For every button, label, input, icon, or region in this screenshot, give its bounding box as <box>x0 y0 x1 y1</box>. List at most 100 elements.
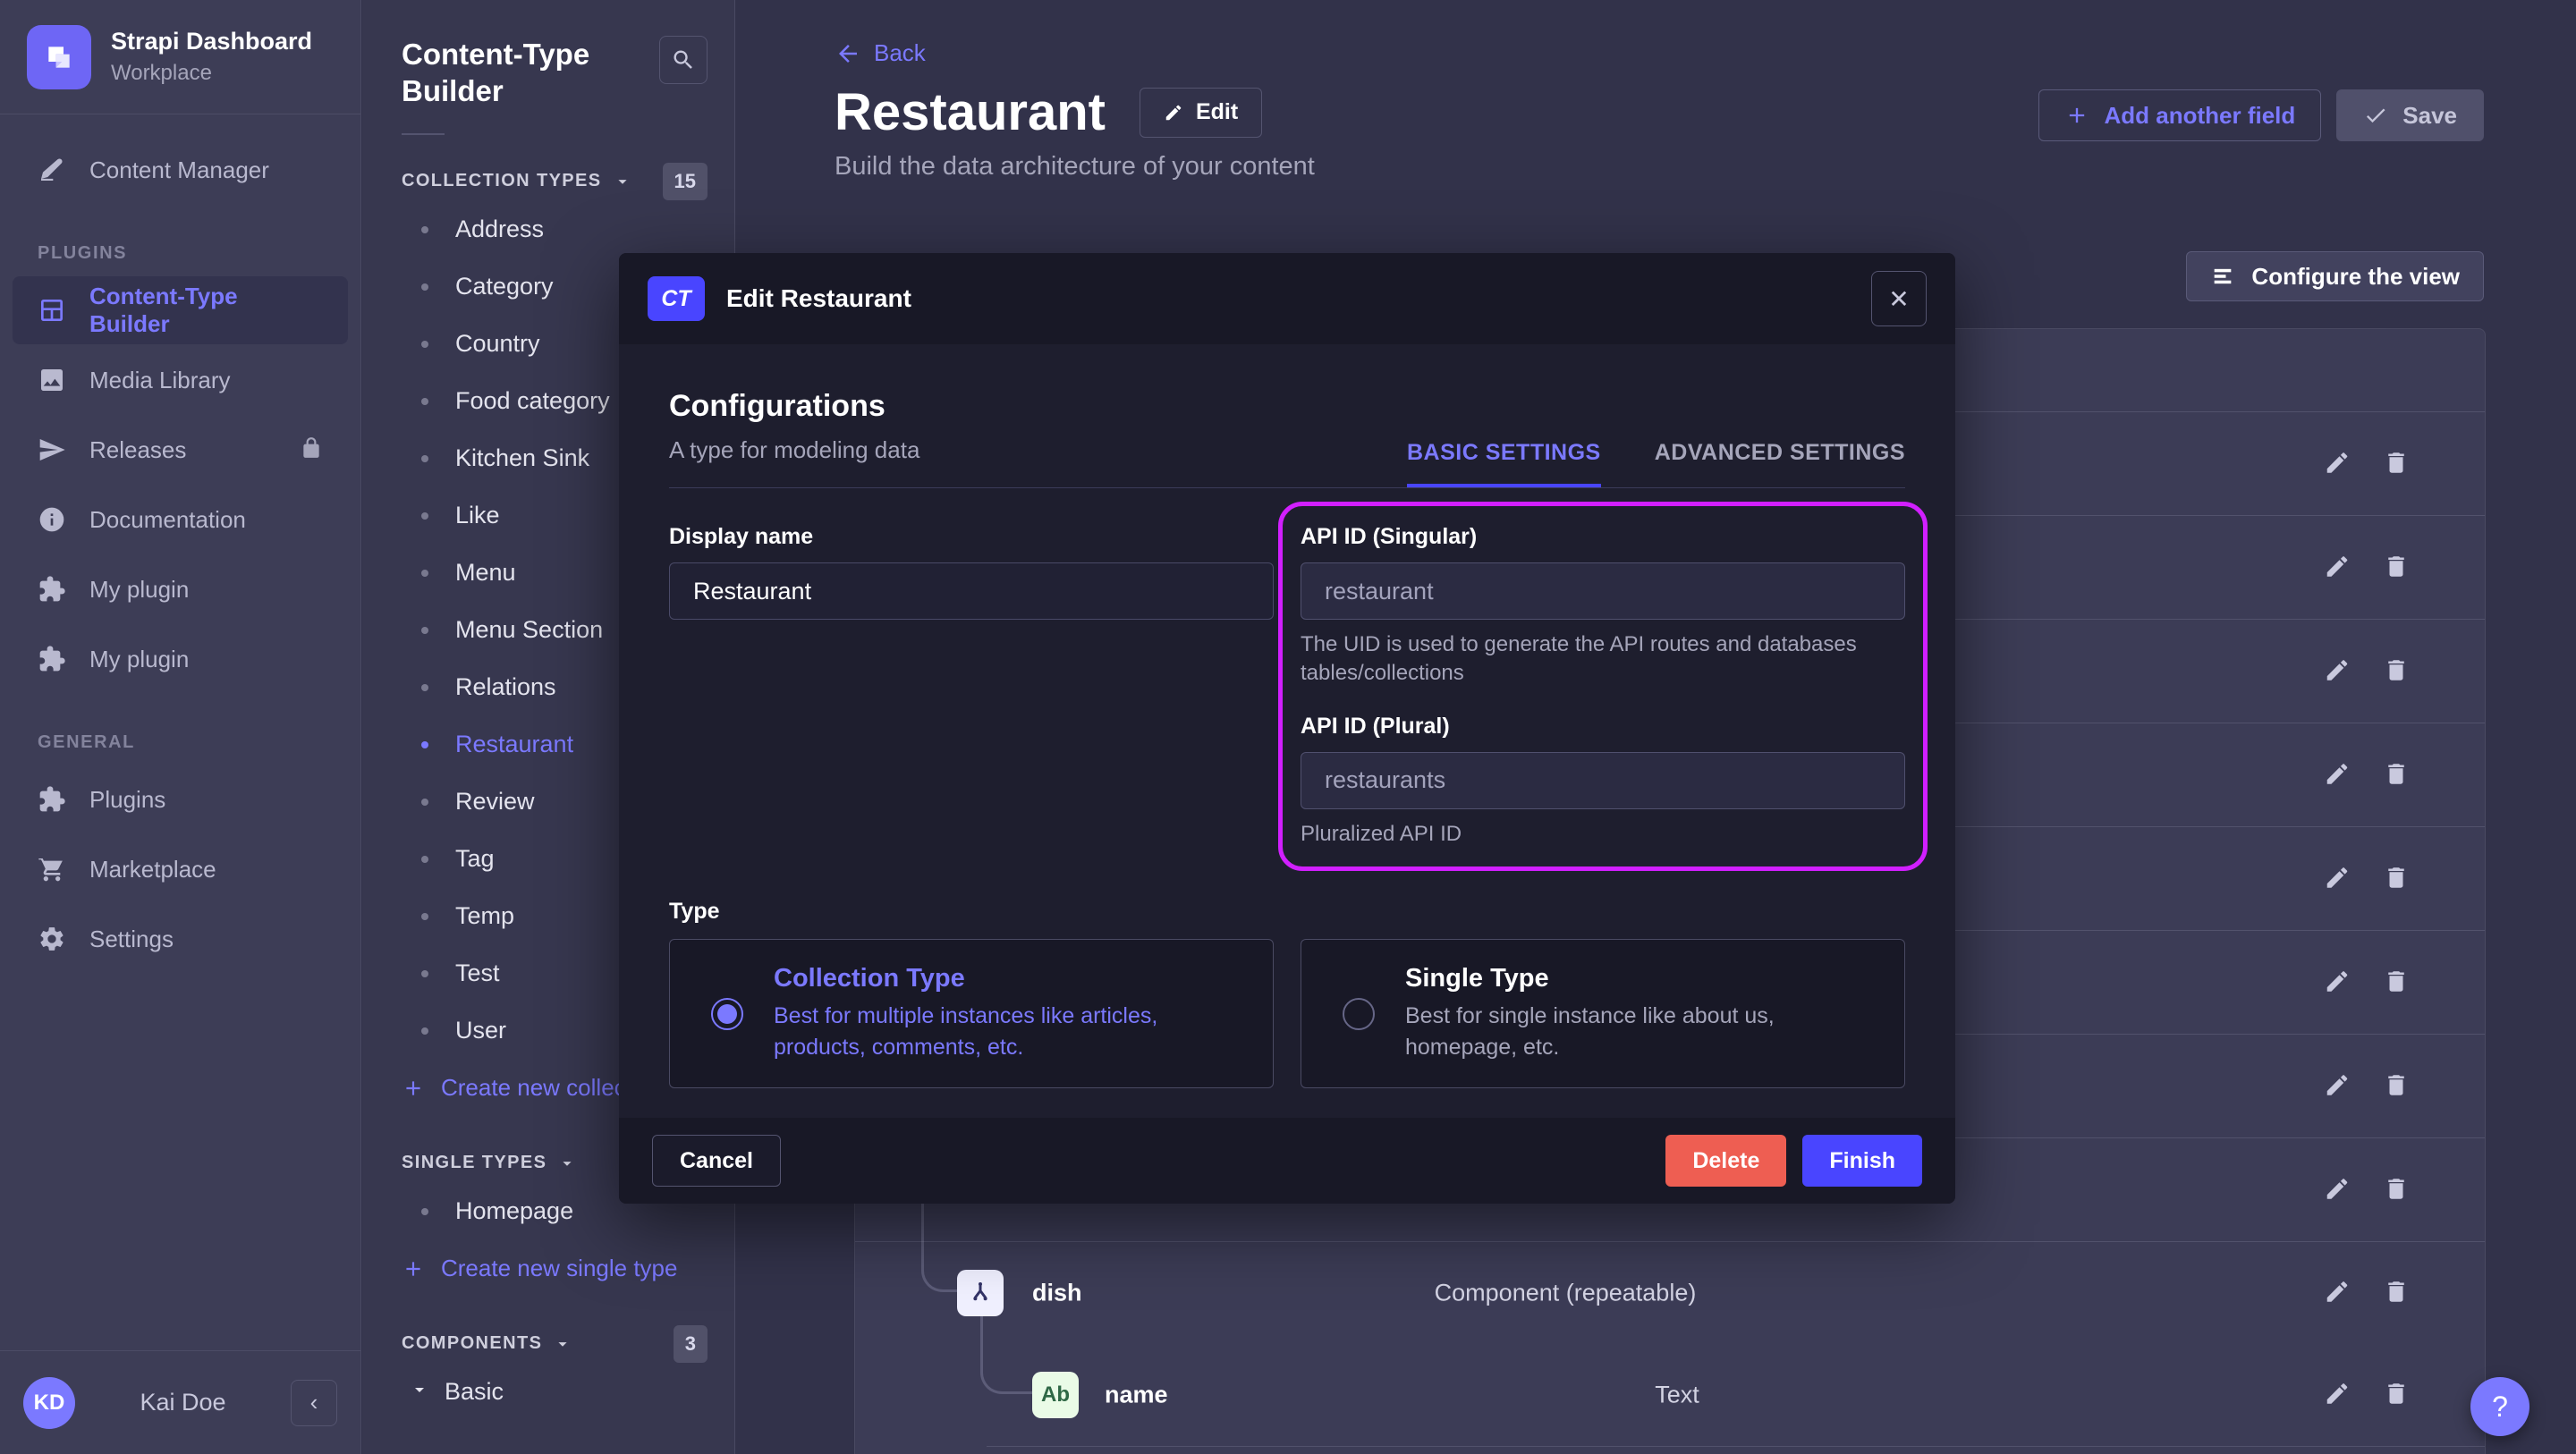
edit-field-button[interactable] <box>2324 968 2351 997</box>
edit-field-button[interactable] <box>2324 553 2351 582</box>
subnav-item-label: Review <box>455 788 535 816</box>
group-heading-components[interactable]: COMPONENTS3 <box>402 1324 708 1364</box>
filter-lines-icon <box>2210 264 2235 289</box>
subnav-item-basic[interactable]: Basic <box>402 1364 708 1421</box>
strapi-logo-icon <box>41 39 77 75</box>
sidebar-item-label: Marketplace <box>89 856 216 883</box>
edit-field-button[interactable] <box>2324 760 2351 790</box>
sidebar-item-my-plugin[interactable]: My plugin <box>13 625 348 693</box>
edit-field-button[interactable] <box>2324 449 2351 478</box>
delete-field-button[interactable] <box>2383 968 2410 997</box>
sidebar-item-my-plugin[interactable]: My plugin <box>13 555 348 623</box>
back-link[interactable]: Back <box>835 39 926 67</box>
trash-icon <box>2383 864 2410 891</box>
avatar[interactable]: KD <box>23 1377 75 1429</box>
edit-field-button[interactable] <box>2324 1278 2351 1307</box>
pencil-icon <box>2324 968 2351 994</box>
create-new-single-type-link[interactable]: Create new single type <box>402 1240 708 1298</box>
sidebar-item-documentation[interactable]: Documentation <box>13 486 348 554</box>
sidebar-item-content-manager[interactable]: Content Manager <box>13 136 348 204</box>
sidebar-item-releases[interactable]: Releases <box>13 416 348 484</box>
field-type: Component (repeatable) <box>1435 1279 1697 1306</box>
delete-field-button[interactable] <box>2383 1071 2410 1101</box>
cancel-button[interactable]: Cancel <box>652 1135 781 1187</box>
help-button[interactable]: ? <box>2470 1377 2529 1436</box>
edit-field-button[interactable] <box>2324 1380 2351 1409</box>
search-button[interactable] <box>659 36 708 84</box>
sidebar-item-label: My plugin <box>89 646 189 673</box>
delete-field-button[interactable] <box>2383 449 2410 478</box>
sidebar-item-plugins[interactable]: Plugins <box>13 765 348 833</box>
bullet-icon <box>421 283 428 291</box>
delete-field-button[interactable] <box>2383 1278 2410 1307</box>
add-another-field-button[interactable]: Add another field <box>2038 89 2321 141</box>
delete-field-button[interactable] <box>2383 864 2410 893</box>
edit-field-button[interactable] <box>2324 1175 2351 1205</box>
trash-icon <box>2383 1175 2410 1202</box>
bullet-icon <box>421 570 428 577</box>
delete-field-button[interactable] <box>2383 656 2410 686</box>
delete-field-button[interactable] <box>2383 1380 2410 1409</box>
plus-icon <box>402 1257 425 1281</box>
api-id-plural-input[interactable] <box>1301 752 1905 809</box>
sidebar-footer: KD Kai Doe ‹ <box>0 1350 360 1454</box>
workspace-brand[interactable]: Strapi Dashboard Workplace <box>0 0 360 114</box>
edit-field-button[interactable] <box>2324 1071 2351 1101</box>
delete-button[interactable]: Delete <box>1665 1135 1786 1187</box>
edit-button[interactable]: Edit <box>1140 88 1262 138</box>
subnav-item-label: Address <box>455 216 544 243</box>
field-name: name <box>1105 1381 1168 1408</box>
close-icon[interactable]: ✕ <box>1871 271 1927 326</box>
bullet-icon <box>421 455 428 462</box>
subnav-item-address[interactable]: Address <box>402 201 708 258</box>
subnav-item-label: Menu <box>455 559 516 587</box>
lock-icon <box>300 436 323 460</box>
configure-view-button[interactable]: Configure the view <box>2186 251 2484 301</box>
subnav-item-label: Tag <box>455 845 495 873</box>
sidebar-item-content-type-builder[interactable]: Content-Type Builder <box>13 276 348 344</box>
finish-button[interactable]: Finish <box>1802 1135 1922 1187</box>
delete-field-button[interactable] <box>2383 553 2410 582</box>
edit-field-button[interactable] <box>2324 864 2351 893</box>
delete-field-button[interactable] <box>2383 760 2410 790</box>
api-id-singular-input[interactable] <box>1301 562 1905 620</box>
bullet-icon <box>421 341 428 348</box>
tab-basic-settings[interactable]: BASIC SETTINGS <box>1407 440 1601 487</box>
radio-selected-icon[interactable] <box>711 998 743 1030</box>
collection-type-option[interactable]: Collection Type Best for multiple instan… <box>669 939 1274 1088</box>
table-row-dish: dish Component (repeatable) <box>855 1241 2485 1343</box>
workspace-name: Workplace <box>111 61 312 86</box>
subnav-item-label: Restaurant <box>455 731 573 758</box>
radio-unselected-icon[interactable] <box>1343 998 1375 1030</box>
sidebar-item-media-library[interactable]: Media Library <box>13 346 348 414</box>
collapse-sidebar-button[interactable]: ‹ <box>291 1380 337 1426</box>
edit-field-button[interactable] <box>2324 656 2351 686</box>
delete-field-button[interactable] <box>2383 1175 2410 1205</box>
plus-icon <box>402 1077 425 1100</box>
save-button[interactable]: Save <box>2336 89 2484 141</box>
pencil-icon <box>2324 1071 2351 1098</box>
modal-title: Edit Restaurant <box>726 284 911 313</box>
trash-icon <box>2383 1380 2410 1407</box>
sidebar-item-marketplace[interactable]: Marketplace <box>13 835 348 903</box>
sidebar-item-label: Documentation <box>89 506 246 534</box>
group-heading-collection-types[interactable]: COLLECTION TYPES15 <box>402 162 708 201</box>
subnav-item-label: Food category <box>455 387 610 415</box>
chevron-down-icon <box>613 172 632 191</box>
app-nav: Content ManagerPLUGINSContent-Type Build… <box>0 114 360 1350</box>
tab-advanced-settings[interactable]: ADVANCED SETTINGS <box>1655 440 1905 487</box>
single-type-option[interactable]: Single Type Best for single instance lik… <box>1301 939 1905 1088</box>
subnav-item-label: Category <box>455 273 554 300</box>
sidebar-item-label: Releases <box>89 436 186 464</box>
app-sidebar: Strapi Dashboard Workplace Content Manag… <box>0 0 361 1454</box>
subnav-item-label: Test <box>455 959 500 987</box>
arrow-left-icon <box>835 40 861 67</box>
subnav-item-label: Basic <box>445 1378 504 1406</box>
pencil-icon <box>2324 760 2351 787</box>
bullet-icon <box>421 398 428 405</box>
puzzle-icon <box>38 785 66 814</box>
sidebar-item-settings[interactable]: Settings <box>13 905 348 973</box>
display-name-input[interactable] <box>669 562 1274 620</box>
subnav-item-label: Country <box>455 330 540 358</box>
page-subtitle: Build the data architecture of your cont… <box>835 152 1315 182</box>
